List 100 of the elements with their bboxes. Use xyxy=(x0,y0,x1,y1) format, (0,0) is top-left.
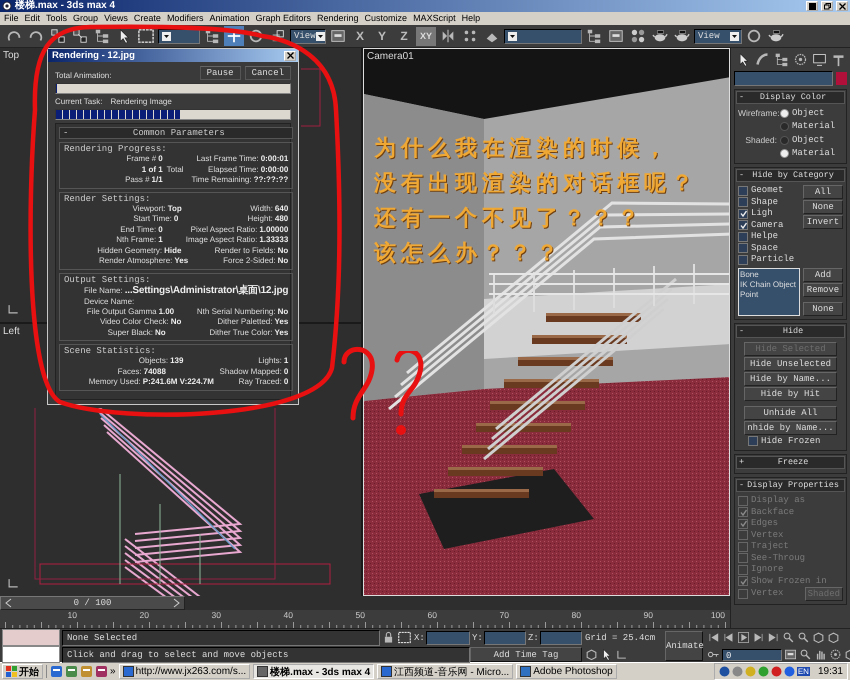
time-slider-thumb[interactable]: 0 / 100 xyxy=(0,596,185,610)
field-label: Dither Paletted: xyxy=(217,317,272,328)
field-label: Render to Fields: xyxy=(214,246,276,256)
menu-item[interactable]: Graph Editors xyxy=(252,12,314,25)
panel-button[interactable]: Hide by Name... xyxy=(744,372,837,386)
panel-button[interactable]: None xyxy=(803,200,843,214)
rollout-header[interactable]: - Common Parameters xyxy=(59,127,294,139)
motion-icon xyxy=(792,52,808,66)
panel-button[interactable]: nhide by Name... xyxy=(744,420,837,434)
taskbar-button[interactable]: http://www.jx263.com/s... xyxy=(118,664,250,679)
network-icon xyxy=(718,666,730,677)
panel-button[interactable]: Remove xyxy=(803,282,843,296)
animate-button[interactable]: Animate xyxy=(665,631,703,661)
field-label: Memory Used: xyxy=(88,377,141,388)
menu-item[interactable]: Create xyxy=(130,12,164,25)
field-label: Nth Serial Numbering: xyxy=(196,306,276,317)
menu-item[interactable]: Help xyxy=(458,12,484,25)
selection-dropdown[interactable] xyxy=(504,28,582,44)
rollout-header[interactable]: - Display Properties xyxy=(736,479,845,492)
view-dropdown[interactable]: View xyxy=(694,28,742,44)
annotation-text: 该怎么办？？？ xyxy=(374,240,563,268)
viewport-label[interactable]: Camera01 xyxy=(367,51,414,62)
view-dropdown[interactable]: View xyxy=(290,28,326,44)
checkbox-label: Traject xyxy=(751,541,789,552)
window-icon xyxy=(122,666,134,677)
rollout-header[interactable]: - Hide by Category xyxy=(736,169,845,182)
axis-button[interactable]: Z xyxy=(394,26,414,46)
annotation-text: 为什么我在渲染的时候， xyxy=(374,134,671,163)
close-button[interactable] xyxy=(284,50,296,60)
field-label: Width: xyxy=(250,204,273,214)
dropdown-arrow-icon xyxy=(508,32,517,40)
menu-item[interactable]: Tools xyxy=(43,12,70,25)
checkbox[interactable] xyxy=(738,186,748,196)
panel-button[interactable]: Unhide All xyxy=(744,406,837,420)
list-item[interactable]: IK Chain Object xyxy=(740,280,798,290)
field-label: Video Color Check: xyxy=(100,317,169,328)
field-value: 0 xyxy=(158,224,163,235)
bind-icon xyxy=(94,28,110,44)
annotation-text: 还有一个不见了？？？ xyxy=(374,205,644,233)
checkbox[interactable] xyxy=(738,220,748,230)
close-icon xyxy=(838,2,846,10)
checkbox[interactable] xyxy=(738,232,748,242)
radio-button[interactable] xyxy=(780,149,789,158)
radio-button[interactable] xyxy=(780,109,789,118)
rollout-header[interactable]: + Freeze xyxy=(736,456,845,469)
viewport-label[interactable]: Left xyxy=(3,326,20,337)
checkbox[interactable] xyxy=(748,436,758,446)
panel-button[interactable]: None xyxy=(803,302,843,316)
field-label: File Name: xyxy=(84,284,123,296)
menu-item[interactable]: Edit xyxy=(22,12,44,25)
previous-frame-icon xyxy=(722,631,735,644)
field-value: 480 xyxy=(274,214,288,224)
selection-dropdown[interactable] xyxy=(158,28,200,44)
language-indicator[interactable]: EN xyxy=(796,667,810,676)
start-button[interactable]: 开始 xyxy=(2,664,43,679)
menu-item[interactable]: Animation xyxy=(206,12,252,25)
menu-item[interactable]: File xyxy=(1,12,22,25)
time-config-icon xyxy=(784,648,797,661)
panel-button[interactable]: Add xyxy=(803,268,843,282)
list-item[interactable]: Point xyxy=(740,290,798,300)
menu-item[interactable]: Customize xyxy=(362,12,410,25)
checkbox[interactable] xyxy=(738,254,748,265)
dialog-button[interactable]: Pause xyxy=(200,66,241,80)
panel-button[interactable]: All xyxy=(803,185,843,199)
restore-button[interactable] xyxy=(821,1,833,11)
menu-item[interactable]: Views xyxy=(101,12,131,25)
frame-field[interactable]: 0 xyxy=(722,648,782,660)
category-list[interactable]: Bone IK Chain Object Point xyxy=(738,268,800,316)
taskbar-button[interactable]: Adobe Photoshop xyxy=(516,664,617,679)
region-icon xyxy=(138,28,154,44)
checkbox[interactable] xyxy=(738,208,748,219)
name-field[interactable] xyxy=(734,71,833,86)
rollout-header[interactable]: - Hide xyxy=(736,324,845,338)
menu-item[interactable]: Group xyxy=(70,12,102,25)
radio-button[interactable] xyxy=(780,136,789,145)
menu-item[interactable]: Modifiers xyxy=(164,12,206,25)
field-label: Shadow Mapped: xyxy=(220,366,282,377)
panel-button[interactable]: Invert xyxy=(803,215,843,229)
field-value: No xyxy=(278,256,288,266)
menu-item[interactable]: MAXScript xyxy=(410,12,459,25)
list-item[interactable]: Bone xyxy=(740,270,798,280)
axis-button[interactable]: X xyxy=(350,26,370,46)
dialog-button[interactable]: Cancel xyxy=(244,66,291,80)
add-time-tag-button[interactable]: Add Time Tag xyxy=(470,647,582,662)
panel-button[interactable]: Hide Unselected xyxy=(744,356,837,370)
axis-button[interactable]: Y xyxy=(372,26,392,46)
more-chevron[interactable]: » xyxy=(110,666,116,677)
close-button[interactable] xyxy=(836,1,848,11)
minimize-button[interactable] xyxy=(806,1,818,11)
rollout-header[interactable]: - Display Color xyxy=(736,91,845,104)
color-swatch[interactable] xyxy=(836,72,847,85)
checkbox[interactable] xyxy=(738,243,748,254)
checkbox[interactable] xyxy=(738,197,748,208)
region-button[interactable] xyxy=(136,26,156,46)
menu-item[interactable]: Rendering xyxy=(314,12,362,25)
panel-button[interactable]: Hide by Hit xyxy=(744,386,837,400)
taskbar-button[interactable]: 楼梯.max - 3ds max 4 xyxy=(253,664,374,679)
taskbar-button[interactable]: 江西频道-音乐网 - Micro... xyxy=(377,664,514,679)
radio-button[interactable] xyxy=(780,122,789,131)
viewport-label[interactable]: Top xyxy=(3,50,20,61)
